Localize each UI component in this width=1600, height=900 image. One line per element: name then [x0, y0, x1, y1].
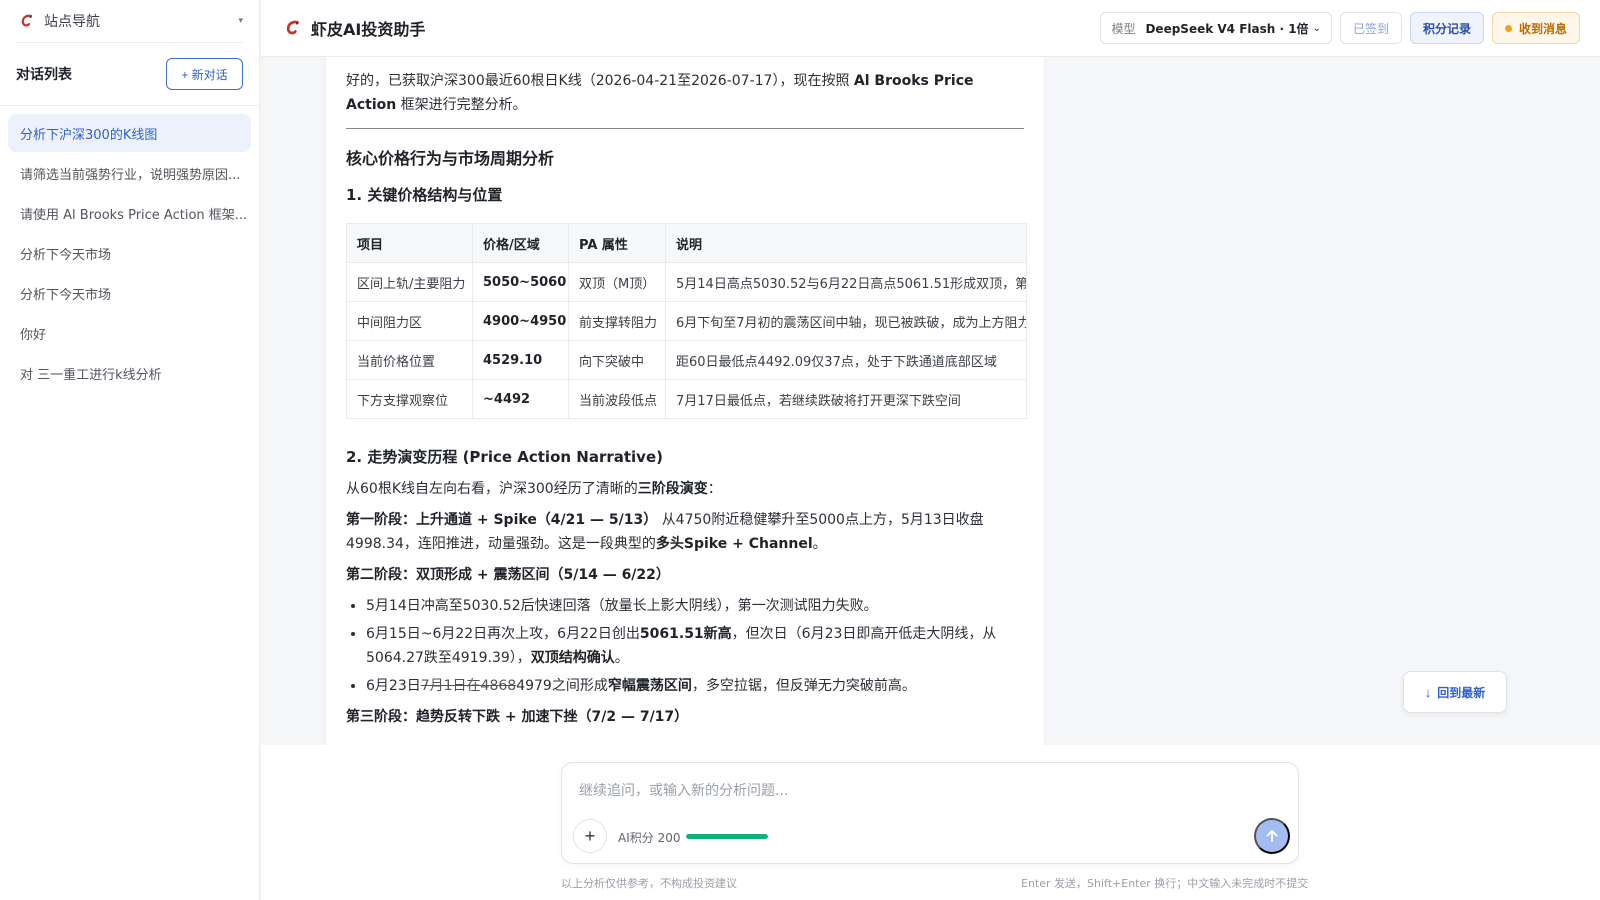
divider [346, 128, 1024, 129]
table-row: 下方支撑观察位 ~4492 当前波段低点 7月17日最低点，若继续跌破将打开更深… [346, 379, 1027, 419]
top-header: 虾皮AI投资助手 模型 DeepSeek V4 Flash · 1倍 ⌄ 已签到… [261, 0, 1600, 57]
back-to-latest-label: 回到最新 [1437, 685, 1486, 700]
phase-2-list: 5月14日冲高至5030.52后快速回落（放量长上影大阴线），第一次测试阻力失败… [366, 594, 1024, 698]
table-cell: 前支撑转阻力 [568, 301, 666, 341]
conversation-item[interactable]: 你好 [8, 314, 251, 352]
shrimp-icon [18, 12, 36, 30]
conversation-item[interactable]: 分析下今天市场 [8, 234, 251, 272]
composer-box: + AI积分 200 [561, 762, 1299, 864]
composer-area: + AI积分 200 以上分析仅供参考，不构成投资建议 Enter 发送，Shi… [261, 745, 1600, 900]
sidebar: 站点导航 ▾ 对话列表 + 新对话 分析下沪深300的K线图 请筛选当前强势行业… [0, 0, 260, 900]
table-header: 价格/区域 [472, 223, 569, 263]
points-record-button[interactable]: 积分记录 [1409, 12, 1484, 44]
table-cell: 下方支撑观察位 [346, 379, 473, 419]
arrow-up-icon [1266, 830, 1278, 842]
model-value: DeepSeek V4 Flash · 1倍 [1145, 21, 1309, 36]
section-2-intro: 从60根K线自左向右看，沪深300经历了清晰的三阶段演变： [346, 481, 722, 497]
chat-area[interactable]: 好的，已获取沪深300最近60根日K线（2026-04-21至2026-07-1… [261, 57, 1600, 745]
table-cell: 6月下旬至7月初的震荡区间中轴，现已被跌破，成为上方阻力 [665, 301, 1027, 341]
site-nav-dropdown[interactable]: 站点导航 ▾ [16, 0, 243, 43]
table-row: 区间上轨/主要阻力 5050~5060 双顶（M顶） 5月14日高点5030.5… [346, 262, 1027, 302]
table-cell: 5050~5060 [472, 262, 569, 302]
conversation-item[interactable]: 分析下今天市场 [8, 274, 251, 312]
table-cell: 中间阻力区 [346, 301, 473, 341]
keyboard-hint: Enter 发送，Shift+Enter 换行；中文输入未完成时不提交 [1021, 877, 1309, 890]
conversation-list: 分析下沪深300的K线图 请筛选当前强势行业，说明强势原因... 请使用 Al … [0, 106, 259, 402]
model-selector[interactable]: 模型 DeepSeek V4 Flash · 1倍 ⌄ [1100, 12, 1332, 44]
table-cell: 5月14日高点5030.52与6月22日高点5061.51形成双顶，第二次测试失… [665, 262, 1027, 302]
list-item: 5月14日冲高至5030.52后快速回落（放量长上影大阴线），第一次测试阻力失败… [366, 594, 1024, 618]
section-2-title: 2. 走势演变历程 (Price Action Narrative) [346, 448, 663, 466]
table-cell: 区间上轨/主要阻力 [346, 262, 473, 302]
table-cell: 4900~4950 [472, 301, 569, 341]
ai-points-bar-fill [686, 834, 768, 839]
table-row: 当前价格位置 4529.10 向下突破中 距60日最低点4492.09仅37点，… [346, 340, 1027, 380]
table-cell: 当前波段低点 [568, 379, 666, 419]
phase-3-title: 第三阶段：趋势反转下跌 + 加速下挫（7/2 — 7/17） [346, 709, 689, 725]
phase-2-title: 第二阶段：双顶形成 + 震荡区间（5/14 — 6/22） [346, 567, 670, 583]
disclaimer: 以上分析仅供参考，不构成投资建议 [561, 877, 737, 890]
table-header: 说明 [665, 223, 1027, 263]
header-actions: 模型 DeepSeek V4 Flash · 1倍 ⌄ 已签到 积分记录 收到消… [1100, 12, 1580, 44]
phase-1-paragraph: 第一阶段：上升通道 + Spike（4/21 — 5/13） 从4750附近稳健… [346, 512, 984, 552]
table-header-row: 项目 价格/区域 PA 属性 说明 [346, 223, 1027, 263]
section-1-title: 1. 关键价格结构与位置 [346, 186, 503, 204]
table-cell: 当前价格位置 [346, 340, 473, 380]
message-intro: 好的，已获取沪深300最近60根日K线（2026-04-21至2026-07-1… [346, 73, 974, 113]
plus-icon[interactable]: + [573, 819, 607, 853]
conversation-item[interactable]: 请使用 Al Brooks Price Action 框架... [8, 194, 251, 232]
table-row: 中间阻力区 4900~4950 前支撑转阻力 6月下旬至7月初的震荡区间中轴，现… [346, 301, 1027, 341]
table-cell: ~4492 [472, 379, 569, 419]
chevron-down-icon: ⌄ [1312, 22, 1321, 34]
model-label: 模型 [1111, 21, 1136, 36]
list-item: 6月15日~6月22日再次上攻，6月22日创出5061.51新高，但次日（6月2… [366, 622, 1024, 670]
site-nav-label: 站点导航 [44, 14, 100, 30]
conversation-item[interactable]: 请筛选当前强势行业，说明强势原因... [8, 154, 251, 192]
section-2: 2. 走势演变历程 (Price Action Narrative) 从60根K… [346, 445, 1024, 729]
app-title: 虾皮AI投资助手 [311, 20, 426, 39]
conversation-list-title: 对话列表 [16, 67, 72, 83]
table-cell: 距60日最低点4492.09仅37点，处于下跌通道底部区域 [665, 340, 1027, 380]
table-cell: 向下突破中 [568, 340, 666, 380]
conversation-list-header: 对话列表 + 新对话 [0, 43, 259, 106]
chat-input[interactable] [579, 780, 1269, 802]
table-cell: 双顶（M顶） [568, 262, 666, 302]
new-chat-button[interactable]: + 新对话 [166, 58, 243, 90]
caret-down-icon: ▾ [238, 16, 243, 26]
table-cell: 7月17日最低点，若继续跌破将打开更深下跌空间 [665, 379, 1027, 419]
conversation-item[interactable]: 对 三一重工进行k线分析 [8, 354, 251, 392]
ai-points-bar [686, 834, 768, 839]
conversation-item[interactable]: 分析下沪深300的K线图 [8, 114, 251, 152]
table-header: PA 属性 [568, 223, 666, 263]
back-to-latest-button[interactable]: ↓ 回到最新 [1403, 671, 1507, 713]
shrimp-icon [283, 18, 303, 38]
table-cell: 4529.10 [472, 340, 569, 380]
notification-dot-icon [1504, 24, 1512, 32]
messages-label: 收到消息 [1518, 21, 1567, 36]
send-button[interactable] [1254, 818, 1290, 854]
price-structure-table: 项目 价格/区域 PA 属性 说明 区间上轨/主要阻力 5050~5060 双顶… [346, 223, 1027, 419]
ai-points-label: AI积分 200 [618, 831, 681, 845]
table-header: 项目 [346, 223, 473, 263]
list-item: 6月23日7月1日在48684979之间形成窄幅震荡区间，多空拉锯，但反弹无力突… [366, 674, 1024, 698]
analysis-heading: 核心价格行为与市场周期分析 [346, 149, 555, 168]
assistant-message: 好的，已获取沪深300最近60根日K线（2026-04-21至2026-07-1… [325, 57, 1045, 745]
signed-in-button[interactable]: 已签到 [1339, 12, 1402, 44]
messages-button[interactable]: 收到消息 [1491, 12, 1580, 44]
arrow-down-icon: ↓ [1424, 684, 1432, 700]
